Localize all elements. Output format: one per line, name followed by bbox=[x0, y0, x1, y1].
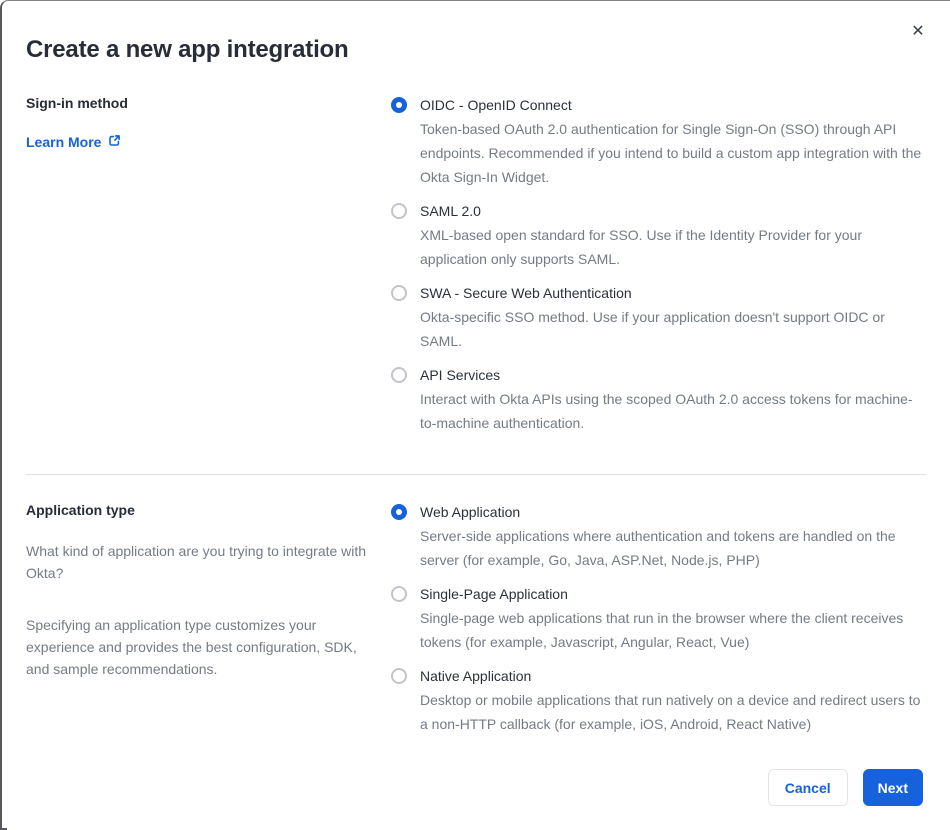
create-app-integration-dialog: Create a new app integration ✕ Sign-in m… bbox=[0, 0, 950, 830]
radio-option-web-application[interactable]: Web Application Server-side applications… bbox=[391, 500, 926, 572]
radio-option-description: Interact with Okta APIs using the scoped… bbox=[420, 391, 913, 431]
radio-option-native-application[interactable]: Native Application Desktop or mobile app… bbox=[391, 664, 926, 736]
radio-icon[interactable] bbox=[391, 586, 407, 602]
radio-icon[interactable] bbox=[391, 504, 407, 520]
application-type-question: What kind of application are you trying … bbox=[26, 543, 367, 581]
radio-option-description: Desktop or mobile applications that run … bbox=[420, 692, 921, 732]
radio-option-description: Server-side applications where authentic… bbox=[420, 528, 896, 568]
cancel-button[interactable]: Cancel bbox=[767, 769, 848, 806]
radio-option-label: API Services bbox=[420, 367, 501, 383]
radio-option-label: SWA - Secure Web Authentication bbox=[420, 285, 632, 301]
radio-option-label: Web Application bbox=[420, 504, 521, 520]
radio-option-label: SAML 2.0 bbox=[420, 203, 481, 219]
next-button[interactable]: Next bbox=[862, 769, 923, 806]
external-link-icon bbox=[108, 134, 121, 150]
section-divider bbox=[26, 474, 926, 475]
application-type-section: Application type What kind of applicatio… bbox=[26, 500, 926, 746]
radio-option-api-services[interactable]: API Services Interact with Okta APIs usi… bbox=[391, 363, 926, 435]
radio-option-label: OIDC - OpenID Connect bbox=[420, 97, 572, 113]
application-type-label: Application type bbox=[26, 502, 135, 518]
signin-method-left-column: Sign-in method Learn More bbox=[26, 93, 391, 445]
radio-option-oidc[interactable]: OIDC - OpenID Connect Token-based OAuth … bbox=[391, 93, 926, 189]
radio-option-single-page-application[interactable]: Single-Page Application Single-page web … bbox=[391, 582, 926, 654]
radio-icon[interactable] bbox=[391, 668, 407, 684]
radio-option-swa[interactable]: SWA - Secure Web Authentication Okta-spe… bbox=[391, 281, 926, 353]
radio-option-label: Single-Page Application bbox=[420, 586, 568, 602]
radio-icon[interactable] bbox=[391, 367, 407, 383]
radio-icon[interactable] bbox=[391, 97, 407, 113]
learn-more-label: Learn More bbox=[26, 134, 102, 150]
radio-option-description: Okta-specific SSO method. Use if your ap… bbox=[420, 309, 885, 349]
dialog-footer: Cancel Next bbox=[767, 769, 923, 806]
close-icon[interactable]: ✕ bbox=[906, 20, 930, 44]
radio-option-saml[interactable]: SAML 2.0 XML-based open standard for SSO… bbox=[391, 199, 926, 271]
dialog-title: Create a new app integration bbox=[26, 36, 349, 63]
application-type-left-column: Application type What kind of applicatio… bbox=[26, 500, 391, 746]
radio-option-description: Token-based OAuth 2.0 authentication for… bbox=[420, 121, 922, 185]
signin-method-section: Sign-in method Learn More OIDC - OpenID … bbox=[26, 93, 926, 445]
radio-icon[interactable] bbox=[391, 285, 407, 301]
signin-method-options: OIDC - OpenID Connect Token-based OAuth … bbox=[391, 93, 926, 445]
radio-option-description: Single-page web applications that run in… bbox=[420, 610, 904, 650]
signin-method-label: Sign-in method bbox=[26, 95, 128, 111]
application-type-options: Web Application Server-side applications… bbox=[391, 500, 926, 746]
radio-icon[interactable] bbox=[391, 203, 407, 219]
radio-option-description: XML-based open standard for SSO. Use if … bbox=[420, 227, 862, 267]
application-type-explanation: Specifying an application type customize… bbox=[26, 617, 357, 677]
radio-option-label: Native Application bbox=[420, 668, 532, 684]
learn-more-link[interactable]: Learn More bbox=[26, 134, 121, 150]
